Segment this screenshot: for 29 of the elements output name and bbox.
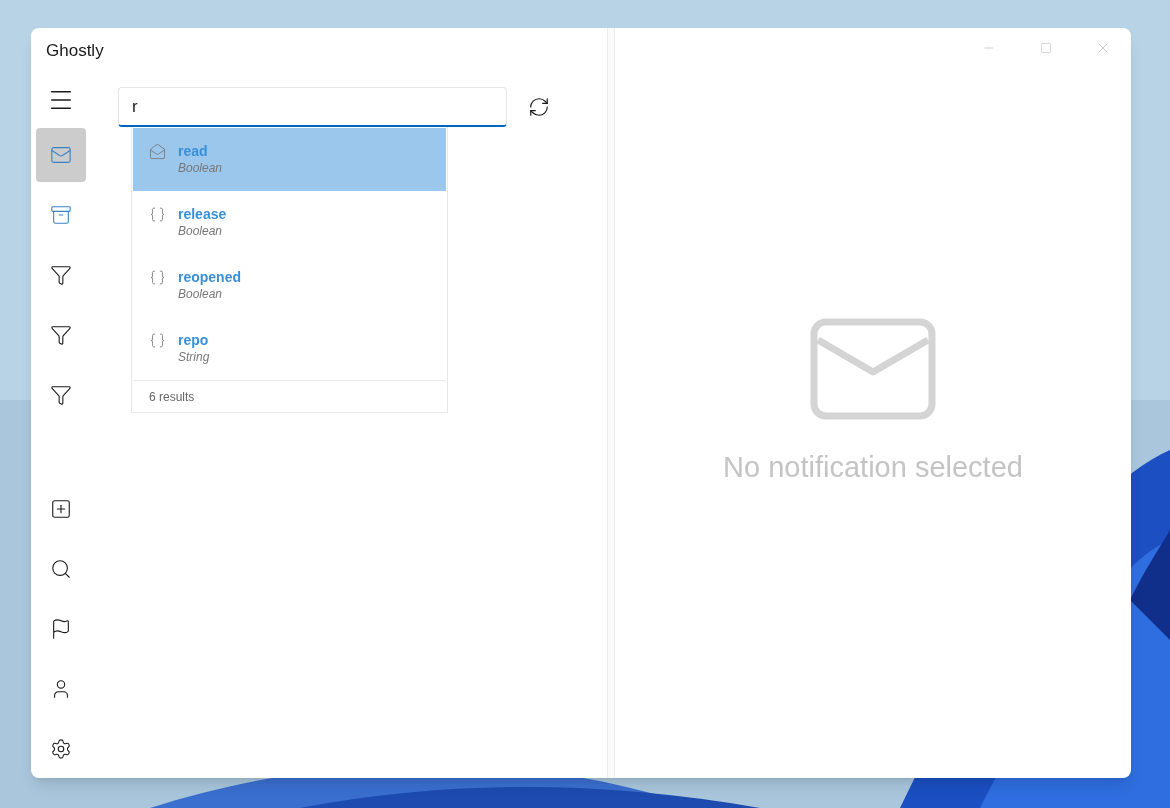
new-note-icon xyxy=(50,498,72,520)
suggestion-name: repo xyxy=(178,331,210,349)
envelope-icon xyxy=(149,143,166,160)
settings-icon xyxy=(50,738,72,760)
envelope-icon xyxy=(810,318,936,420)
refresh-icon xyxy=(528,96,550,118)
suggestion-type: Boolean xyxy=(178,223,224,239)
braces-icon xyxy=(149,269,166,286)
archive-icon xyxy=(50,204,72,226)
filter-icon xyxy=(50,324,72,346)
search-icon xyxy=(50,558,72,580)
window-title: Ghostly xyxy=(46,41,104,60)
suggestion-type: Boolean xyxy=(178,286,224,302)
mail-icon xyxy=(50,144,72,166)
braces-icon xyxy=(149,332,166,349)
braces-icon xyxy=(149,206,166,223)
empty-state-text: No notification selected xyxy=(723,450,1023,485)
search-field[interactable]: r xyxy=(118,87,507,127)
suggestion-name: reopened xyxy=(178,268,241,286)
maximize-icon xyxy=(1039,42,1052,54)
results-count: 6 results xyxy=(149,388,195,406)
suggestion-name: release xyxy=(178,205,227,223)
suggestion-item[interactable]: read Boolean xyxy=(133,128,446,191)
suggestion-type: Boolean xyxy=(178,160,223,176)
suggestion-type: String xyxy=(178,349,210,365)
suggestion-name: read xyxy=(178,142,209,160)
filter-icon xyxy=(50,264,72,286)
flag-icon xyxy=(50,618,72,640)
filter-icon xyxy=(50,384,72,406)
